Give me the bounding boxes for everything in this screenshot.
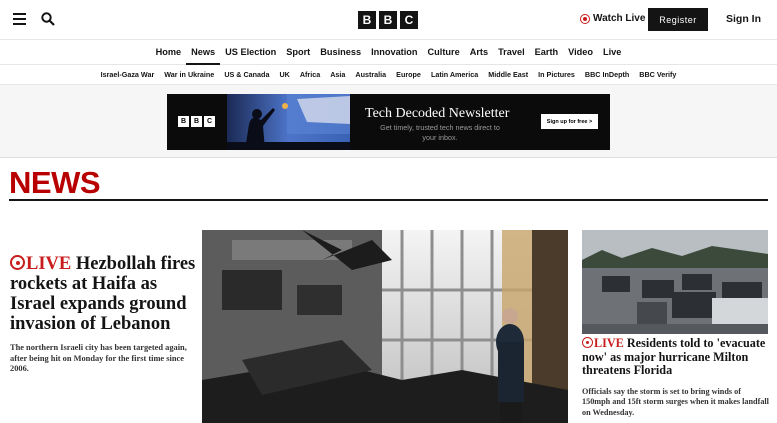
nav-video[interactable]: Video [563, 41, 598, 65]
subnav-latin-america[interactable]: Latin America [426, 66, 483, 84]
lead-headline[interactable]: LIVE Hezbollah fires rockets at Haifa as… [10, 254, 196, 334]
subnav-in-pictures[interactable]: In Pictures [533, 66, 580, 84]
side-headline[interactable]: LIVE Residents told to 'evacuate now' as… [582, 336, 770, 378]
section-title: NEWS [9, 165, 101, 200]
lead-story-image[interactable] [202, 230, 568, 423]
nav-us-election[interactable]: US Election [220, 41, 281, 65]
nav-earth[interactable]: Earth [530, 41, 564, 65]
nav-arts[interactable]: Arts [465, 41, 493, 65]
subnav-middle-east[interactable]: Middle East [483, 66, 533, 84]
sign-in-link[interactable]: Sign In [726, 13, 761, 25]
subnav-australia[interactable]: Australia [350, 66, 391, 84]
nav-home[interactable]: Home [151, 41, 187, 65]
watch-live-label: Watch Live [593, 13, 646, 24]
section-divider [9, 199, 768, 201]
watch-live-link[interactable]: Watch Live [580, 13, 645, 24]
banner-illustration [227, 94, 350, 150]
live-icon [580, 13, 590, 24]
side-story-image[interactable] [582, 230, 768, 334]
subnav-war-in-ukraine[interactable]: War in Ukraine [159, 66, 219, 84]
side-summary: Officials say the storm is set to bring … [582, 386, 769, 417]
newsletter-banner[interactable]: B B C Tech Decoded Newsletter Get timely… [167, 94, 610, 150]
logo-letter: C [204, 116, 215, 127]
subnav-bbc-verify[interactable]: BBC Verify [634, 66, 681, 84]
nav-culture[interactable]: Culture [423, 41, 465, 65]
banner-subtitle: Get timely, trusted tech news direct to … [380, 123, 500, 142]
hamburger-menu-icon[interactable] [13, 13, 26, 25]
sign-up-button[interactable]: Sign up for free > [541, 114, 598, 129]
nav-innovation[interactable]: Innovation [366, 41, 422, 65]
banner-title: Tech Decoded Newsletter [365, 106, 510, 121]
lead-story[interactable]: LIVE Hezbollah fires rockets at Haifa as… [10, 254, 196, 375]
live-label: LIVE [26, 254, 72, 274]
register-button[interactable]: Register [648, 8, 708, 31]
banner-bbc-logo: B B C [178, 116, 215, 127]
lead-summary: The northern Israeli city has been targe… [10, 343, 187, 373]
subnav-israel-gaza-war[interactable]: Israel-Gaza War [96, 66, 160, 84]
nav-business[interactable]: Business [315, 41, 366, 65]
bbc-logo[interactable]: B B C [358, 11, 418, 29]
logo-letter: B [358, 11, 376, 29]
live-icon [582, 337, 593, 348]
logo-letter: B [178, 116, 189, 127]
nav-travel[interactable]: Travel [493, 41, 530, 65]
nav-news[interactable]: News [186, 41, 221, 65]
logo-letter: B [379, 11, 397, 29]
search-icon[interactable] [41, 12, 55, 26]
live-label: LIVE [594, 336, 624, 350]
top-bar: B B C Watch Live Register Sign In [0, 0, 777, 40]
sub-nav: Israel-Gaza War War in Ukraine US & Cana… [0, 66, 777, 85]
nav-sport[interactable]: Sport [281, 41, 315, 65]
subnav-asia[interactable]: Asia [325, 66, 350, 84]
logo-letter: B [191, 116, 202, 127]
subnav-europe[interactable]: Europe [391, 66, 426, 84]
nav-live[interactable]: Live [598, 41, 626, 65]
subnav-uk[interactable]: UK [274, 66, 294, 84]
subnav-us-canada[interactable]: US & Canada [219, 66, 274, 84]
main-nav: Home News US Election Sport Business Inn… [0, 41, 777, 65]
subnav-bbc-indepth[interactable]: BBC InDepth [580, 66, 634, 84]
advert-strip: B B C Tech Decoded Newsletter Get timely… [0, 85, 777, 158]
live-icon [10, 255, 25, 270]
subnav-africa[interactable]: Africa [295, 66, 325, 84]
logo-letter: C [400, 11, 418, 29]
side-story[interactable]: LIVE Residents told to 'evacuate now' as… [582, 336, 770, 418]
